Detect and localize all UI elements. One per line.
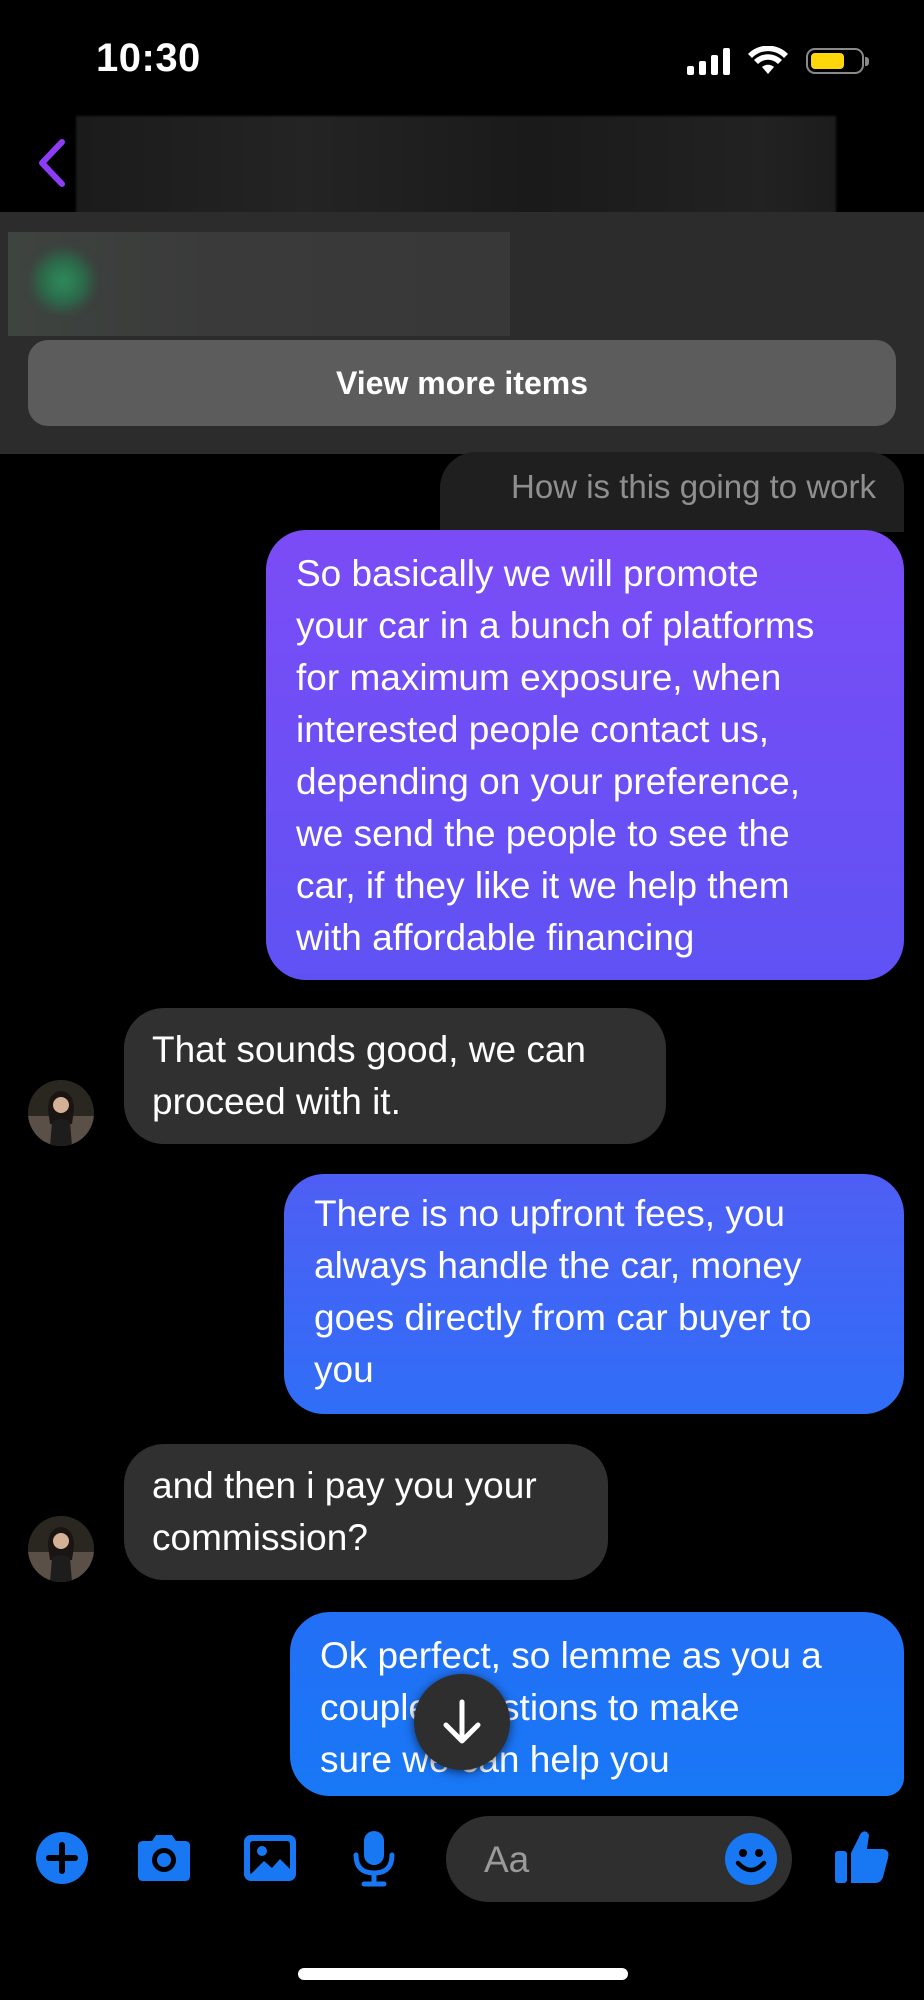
message-line: interested people contact us,	[296, 709, 770, 750]
message-line: couple questions to make	[320, 1687, 740, 1728]
message-outgoing[interactable]: So basically we will promote your car in…	[266, 530, 904, 980]
plus-icon	[36, 1832, 88, 1884]
view-more-items-button[interactable]: View more items	[28, 340, 896, 426]
contact-avatar[interactable]	[28, 1080, 94, 1146]
message-line: Ok perfect, so lemme as you a	[320, 1635, 822, 1676]
message-line: proceed with it.	[152, 1081, 401, 1122]
message-line: for maximum exposure, when	[296, 657, 782, 698]
message-line: car, if they like it we help them	[296, 865, 790, 906]
add-button[interactable]	[32, 1828, 92, 1888]
chevron-left-icon	[39, 139, 65, 187]
camera-button[interactable]	[134, 1828, 194, 1888]
emoji-icon[interactable]	[724, 1832, 778, 1886]
camera-icon	[138, 1835, 190, 1881]
message-line: your car in a bunch of platforms	[296, 605, 815, 646]
message-line: and then i pay you your	[152, 1465, 537, 1506]
message-outgoing[interactable]: Ok perfect, so lemme as you a couple que…	[290, 1612, 904, 1796]
message-line: depending on your preference,	[296, 761, 800, 802]
back-button[interactable]	[34, 138, 70, 188]
message-incoming[interactable]: and then i pay you your commission?	[124, 1444, 608, 1580]
thumbs-up-icon	[835, 1831, 889, 1883]
signal-icon	[687, 47, 730, 75]
quoted-message[interactable]: How is this going to work	[440, 452, 904, 532]
message-line: we send the people to see the	[296, 813, 790, 854]
message-input[interactable]	[482, 1816, 706, 1904]
message-line: goes directly from car buyer to	[314, 1297, 812, 1338]
message-line: So basically we will promote	[296, 553, 759, 594]
message-outgoing[interactable]: There is no upfront fees, you always han…	[284, 1174, 904, 1414]
redacted-item-thumbnail	[30, 248, 96, 314]
gallery-icon	[244, 1835, 296, 1881]
voice-button[interactable]	[344, 1828, 404, 1888]
message-line: commission?	[152, 1517, 368, 1558]
message-line: That sounds good, we can	[152, 1029, 587, 1070]
message-line: with affordable financing	[296, 917, 695, 958]
message-line: There is no upfront fees, you	[314, 1193, 785, 1234]
home-indicator	[298, 1968, 628, 1980]
status-time: 10:30	[96, 36, 201, 80]
contact-avatar[interactable]	[28, 1516, 94, 1582]
message-composer[interactable]	[446, 1816, 792, 1904]
arrow-down-icon	[443, 1699, 481, 1744]
gallery-button[interactable]	[240, 1828, 300, 1888]
message-line: always handle the car, money	[314, 1245, 802, 1286]
message-line: sure we can help you	[320, 1739, 670, 1780]
wifi-icon	[748, 46, 788, 74]
message-incoming[interactable]: That sounds good, we can proceed with it…	[124, 1008, 666, 1144]
like-button[interactable]	[832, 1826, 892, 1886]
battery-icon	[806, 48, 869, 74]
message-line: you	[314, 1349, 374, 1390]
microphone-icon	[353, 1831, 395, 1887]
status-icons	[687, 44, 869, 78]
scroll-to-bottom-button[interactable]	[414, 1674, 510, 1770]
